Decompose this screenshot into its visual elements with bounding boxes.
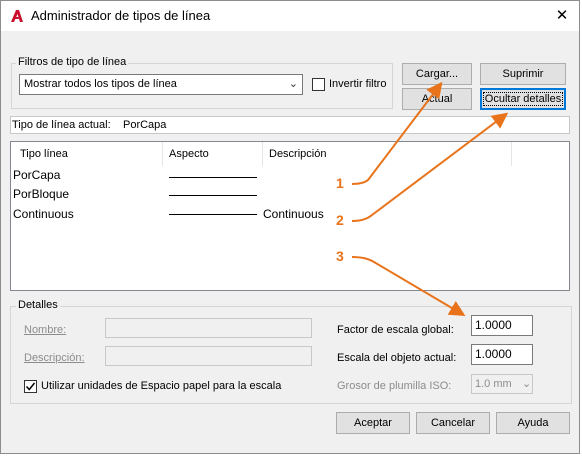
title-bar: Administrador de tipos de línea ✕: [1, 1, 579, 31]
current-linetype-bar: Tipo de línea actual: PorCapa: [10, 116, 570, 134]
hide-details-button[interactable]: Ocultar detalles: [480, 88, 566, 110]
global-scale-input[interactable]: 1.0000: [471, 315, 533, 336]
row-name: PorCapa: [13, 168, 61, 182]
column-header-appearance[interactable]: Aspecto: [169, 148, 209, 160]
ok-button[interactable]: Aceptar: [336, 412, 410, 434]
cancel-button[interactable]: Cancelar: [416, 412, 490, 434]
description-label: Descripción:: [24, 352, 85, 364]
object-scale-input[interactable]: 1.0000: [471, 344, 533, 365]
pen-width-value: 1.0 mm: [475, 378, 512, 390]
linetype-list[interactable]: Tipo línea Aspecto Descripción PorCapa P…: [10, 141, 570, 291]
description-field: [105, 346, 312, 366]
callout-1: 1: [336, 175, 344, 191]
linetype-filter-value: Mostrar todos los tipos de línea: [24, 78, 177, 90]
paper-space-units-checkbox[interactable]: [24, 380, 37, 393]
invert-filter-checkbox[interactable]: [312, 78, 325, 91]
help-button[interactable]: Ayuda: [496, 412, 570, 434]
row-name: Continuous: [13, 207, 74, 221]
linetype-manager-dialog: Administrador de tipos de línea ✕ Filtro…: [0, 0, 580, 454]
checkmark-icon: [25, 382, 36, 391]
row-appearance-line: [169, 177, 257, 178]
close-button[interactable]: ✕: [549, 4, 575, 28]
chevron-down-icon: ⌄: [522, 378, 532, 390]
details-group-label: Detalles: [16, 299, 60, 311]
column-divider[interactable]: [511, 142, 512, 166]
callout-3: 3: [336, 248, 344, 264]
invert-filter-label: Invertir filtro: [329, 78, 387, 90]
name-label: Nombre:: [24, 324, 67, 336]
paper-space-units-label: Utilizar unidades de Espacio papel para …: [41, 380, 282, 392]
set-current-button[interactable]: Actual: [402, 88, 472, 110]
column-divider[interactable]: [262, 142, 263, 166]
row-appearance-line: [169, 214, 257, 215]
object-scale-label: Escala del objeto actual:: [337, 352, 457, 364]
close-icon: ✕: [555, 7, 569, 24]
column-header-description[interactable]: Descripción: [269, 148, 326, 160]
callout-2: 2: [336, 212, 344, 228]
current-linetype-label: Tipo de línea actual:: [12, 119, 111, 131]
filters-group-label: Filtros de tipo de línea: [16, 56, 129, 68]
load-button[interactable]: Cargar...: [402, 63, 472, 85]
window-title: Administrador de tipos de línea: [31, 8, 211, 23]
chevron-down-icon: ⌄: [288, 78, 298, 90]
row-description: Continuous: [263, 207, 324, 221]
row-appearance-line: [169, 195, 257, 196]
autocad-a-icon: [11, 10, 23, 22]
name-field: [105, 318, 312, 338]
column-header-linetype[interactable]: Tipo línea: [20, 148, 68, 160]
global-scale-label: Factor de escala global:: [337, 324, 454, 336]
pen-width-select: 1.0 mm ⌄: [471, 374, 533, 394]
delete-button[interactable]: Suprimir: [480, 63, 566, 85]
pen-width-label: Grosor de plumilla ISO:: [337, 380, 452, 392]
linetype-filter-select[interactable]: Mostrar todos los tipos de línea ⌄: [19, 74, 303, 95]
current-linetype-value: PorCapa: [123, 119, 167, 131]
column-divider[interactable]: [162, 142, 163, 166]
row-name: PorBloque: [13, 187, 70, 201]
